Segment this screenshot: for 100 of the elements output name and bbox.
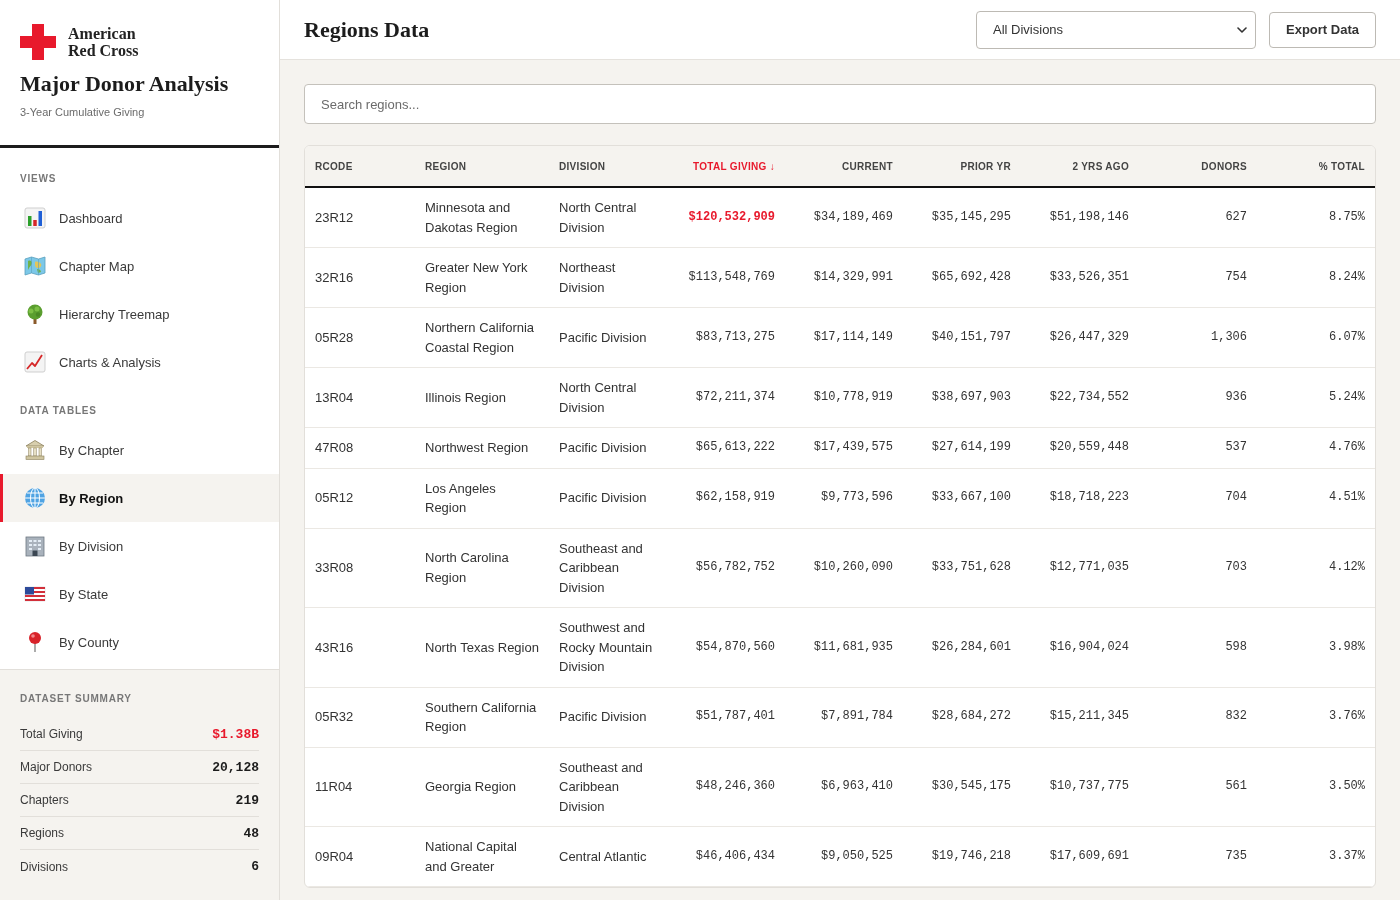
table-cell-text: National Capital and Greater (424, 838, 518, 876)
table-cell-text: 537 (1224, 439, 1248, 456)
table-cell-text: $28,684,272 (930, 708, 1012, 726)
table-cell-text: Pacific Division (558, 328, 648, 347)
table-cell-text: $72,211,374 (694, 388, 776, 406)
column-header[interactable]: PRIOR YR (903, 160, 1021, 172)
table-cell-text: $12,771,035 (1048, 559, 1130, 576)
cross-logo-icon (20, 24, 56, 60)
column-header[interactable]: 2 YRS AGO (1021, 160, 1139, 172)
table-cell-text: 936 (1224, 388, 1248, 406)
table-cell-text: $113,548,769 (687, 268, 776, 286)
table-cell-text: 05R32 (314, 708, 355, 727)
export-button[interactable]: Export Data (1269, 11, 1376, 48)
column-header[interactable]: DONORS (1139, 160, 1257, 172)
table-cell-text: $120,532,909 (687, 208, 776, 226)
app-title: Major Donor Analysis (20, 71, 230, 97)
table-cell-text: Northern California Coastal Region (424, 319, 536, 357)
globe-icon (24, 487, 46, 509)
table-cell-text: 703 (1224, 559, 1248, 576)
column-header[interactable]: CURRENT (785, 160, 903, 172)
table-cell-text: North Central Division (558, 379, 638, 417)
office-building-icon (24, 535, 46, 557)
page-title: Regions Data (304, 16, 430, 43)
table-cell-text: Southeast and Caribbean Division (558, 539, 644, 597)
line-chart-icon (24, 351, 46, 373)
table-cell-text: 32R16 (314, 268, 355, 287)
table-cell-text: Pacific Division (558, 708, 648, 727)
table-cell-text: $34,189,469 (812, 208, 894, 226)
table-cell-text: $46,406,434 (694, 847, 776, 865)
table-cell-text: $38,697,903 (930, 388, 1012, 406)
table-cell-text: Southwest and Rocky Mountain Division (558, 619, 654, 676)
table-cell-text: 11R04 (314, 778, 354, 796)
section-label: DATA TABLES (19, 404, 98, 418)
chevron-down-icon (1237, 26, 1248, 33)
table-cell-text: $40,151,797 (930, 328, 1012, 346)
table-cell-text: 43R16 (314, 638, 355, 657)
table-cell-text: $6,963,410 (820, 778, 894, 795)
table-cell-text: $33,526,351 (1048, 268, 1130, 286)
table-cell-text: 05R28 (314, 328, 355, 347)
table-cell-text: $26,447,329 (1048, 328, 1130, 346)
table-cell-text: 09R04 (314, 847, 355, 866)
summary-value: 20,128 (212, 759, 259, 775)
table-cell-text: $16,904,024 (1048, 638, 1130, 656)
table-cell-text: 33R08 (314, 559, 355, 577)
table-cell-text: $10,260,090 (812, 559, 894, 576)
table-cell-text: 4.76% (1328, 439, 1366, 456)
logo-text: American Red Cross (68, 25, 140, 59)
division-select[interactable]: All Divisions (976, 10, 1257, 49)
summary-value: $1.38B (212, 726, 259, 742)
table-cell-text: 735 (1224, 847, 1248, 865)
summary-value: 48 (243, 825, 259, 841)
summary-label: Total Giving (20, 727, 83, 741)
summary-label: Chapters (20, 793, 69, 807)
table-cell-text: $54,870,560 (694, 638, 776, 656)
column-header[interactable]: % TOTAL (1257, 160, 1375, 172)
table-cell-text: $65,692,428 (930, 268, 1012, 286)
table-cell-text: 3.98% (1328, 638, 1366, 656)
classical-building-icon (24, 439, 46, 461)
table-cell-text: 627 (1224, 208, 1248, 226)
summary-value: 6 (251, 859, 259, 874)
nav-item[interactable]: By Region (0, 474, 279, 522)
table-cell-text: $22,734,552 (1048, 388, 1130, 406)
column-header[interactable]: DIVISION (549, 160, 667, 172)
table-cell-text: Central Atlantic (558, 847, 648, 866)
bar-chart-icon (24, 207, 46, 229)
table-cell-text: $15,211,345 (1048, 708, 1130, 726)
table-cell-text: $14,329,991 (812, 268, 894, 286)
table-cell-text: Los Angeles Region (424, 479, 497, 517)
table-cell-text: 3.76% (1328, 708, 1366, 726)
table-cell-text: $56,782,752 (694, 559, 776, 576)
table-cell-text: $18,718,223 (1048, 489, 1130, 507)
table-cell-text: 8.24% (1328, 268, 1366, 286)
search-field[interactable]: Search regions... (304, 84, 1376, 124)
table-cell-text: Northeast Division (558, 259, 617, 297)
map-icon (24, 255, 46, 277)
summary-label: Divisions (20, 859, 68, 874)
column-header[interactable]: TOTAL GIVING ↓ (667, 160, 785, 172)
table-cell-text: $17,439,575 (812, 439, 894, 456)
table-cell-text: $20,559,448 (1048, 439, 1130, 456)
table-cell-text: $7,891,784 (820, 708, 894, 726)
flag-icon (24, 583, 46, 605)
table-cell-text: Minnesota and Dakotas Region (424, 199, 519, 237)
summary-label: Major Donors (20, 760, 93, 774)
table-cell-text: 05R12 (314, 489, 355, 508)
table-cell-text: North Central Division (558, 199, 638, 237)
table-cell-text: Pacific Division (558, 489, 648, 508)
table-cell-text: $26,284,601 (930, 638, 1012, 656)
column-header[interactable]: REGION (415, 160, 549, 172)
table-cell-text: 5.24% (1328, 388, 1366, 406)
summary-value: 219 (235, 792, 259, 808)
table-cell-text: $33,751,628 (930, 559, 1012, 576)
table-cell-text: $19,746,218 (930, 847, 1012, 865)
summary-label: Regions (20, 826, 65, 840)
table-cell-text: $10,778,919 (812, 388, 894, 406)
section-label: DATASET SUMMARY (20, 692, 133, 706)
table-cell-text: North Carolina Region (424, 549, 510, 587)
table-cell-text: 704 (1224, 489, 1248, 507)
table-cell-text: 754 (1224, 268, 1248, 286)
column-header[interactable]: RCODE (305, 160, 415, 172)
table-cell-text: $62,158,919 (694, 489, 776, 507)
